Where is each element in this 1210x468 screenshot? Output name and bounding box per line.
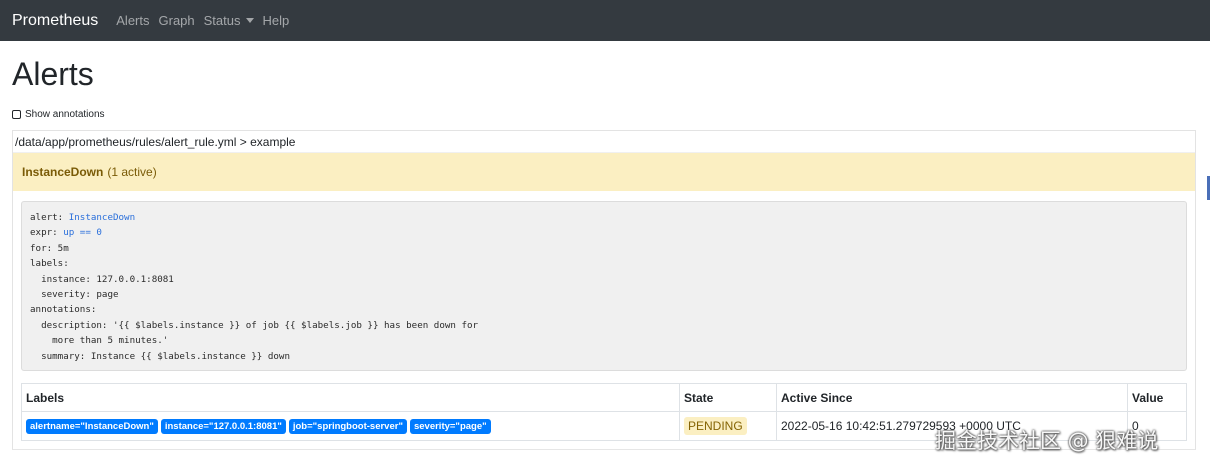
label-badge: job="springboot-server" bbox=[288, 419, 407, 434]
rule-definition: alert: InstanceDown expr: up == 0 for: 5… bbox=[21, 201, 1187, 371]
rule-expr-key: expr: bbox=[30, 227, 64, 239]
nav-graph[interactable]: Graph bbox=[159, 13, 195, 28]
state-cell: PENDING bbox=[679, 411, 777, 441]
label-badge: severity="page" bbox=[409, 419, 491, 434]
nav-help[interactable]: Help bbox=[263, 13, 290, 28]
nav-status-dropdown[interactable]: Status bbox=[204, 13, 254, 28]
page-title: Alerts bbox=[12, 56, 94, 92]
labels-cell: alertname="InstanceDown" instance="127.0.… bbox=[21, 411, 680, 441]
col-active-since: Active Since bbox=[776, 383, 1128, 412]
col-labels: Labels bbox=[21, 383, 680, 412]
caret-down-icon bbox=[245, 18, 254, 23]
rule-line: summary: Instance {{ $labels.instance }}… bbox=[30, 350, 290, 362]
alert-active-count: (1 active) bbox=[107, 165, 157, 179]
main-content: Alerts Show annotations /data/app/promet… bbox=[0, 55, 1210, 450]
rule-line: labels: bbox=[30, 258, 69, 270]
rule-alert-link[interactable]: InstanceDown bbox=[69, 212, 135, 223]
brand-link[interactable]: Prometheus bbox=[12, 12, 98, 30]
rule-line: for: 5m bbox=[30, 242, 69, 254]
rule-expr-link[interactable]: up == 0 bbox=[63, 227, 102, 238]
rule-line: severity: page bbox=[30, 289, 119, 301]
col-value: Value bbox=[1127, 383, 1187, 412]
nav-status-label: Status bbox=[203, 13, 241, 28]
rule-line: annotations: bbox=[30, 304, 97, 316]
alert-toggle[interactable]: InstanceDown (1 active) bbox=[13, 153, 1195, 191]
show-annotations-row: Show annotations bbox=[12, 109, 1198, 120]
rule-line: instance: 127.0.0.1:8081 bbox=[30, 273, 174, 285]
rule-group-path: /data/app/prometheus/rules/alert_rule.ym… bbox=[13, 131, 1195, 153]
rule-definition-wrap: alert: InstanceDown expr: up == 0 for: 5… bbox=[13, 191, 1195, 383]
rule-line: more than 5 minutes.' bbox=[30, 335, 169, 347]
col-state: State bbox=[679, 383, 777, 412]
nav-alerts[interactable]: Alerts bbox=[116, 13, 149, 28]
alert-name: InstanceDown bbox=[22, 165, 104, 179]
show-annotations-label[interactable]: Show annotations bbox=[25, 109, 105, 120]
label-badge: instance="127.0.0.1:8081" bbox=[160, 419, 286, 434]
watermark: 掘金技术社区 @ 狠难说 bbox=[935, 429, 1159, 453]
top-navbar: Prometheus Alerts Graph Status Help bbox=[0, 0, 1210, 41]
table-header-row: Labels State Active Since Value bbox=[21, 383, 1187, 412]
state-badge: PENDING bbox=[684, 417, 747, 435]
rule-group: /data/app/prometheus/rules/alert_rule.ym… bbox=[12, 130, 1196, 450]
rule-alert-key: alert: bbox=[30, 212, 69, 223]
label-badge: alertname="InstanceDown" bbox=[26, 419, 158, 434]
show-annotations-checkbox[interactable] bbox=[12, 110, 21, 119]
rule-line: description: '{{ $labels.instance }} of … bbox=[30, 319, 479, 331]
